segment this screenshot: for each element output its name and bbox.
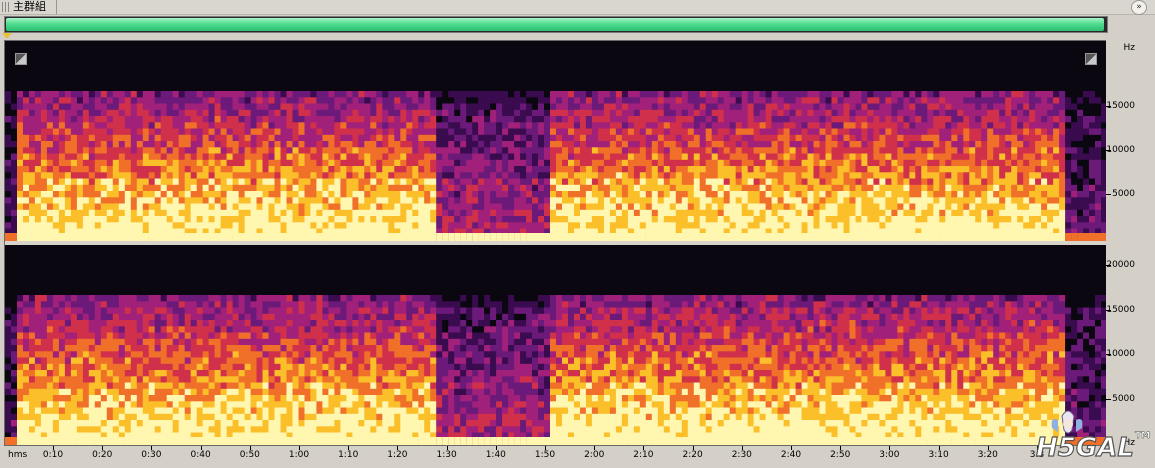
time-tick-label: 3:20 [977,450,998,460]
time-unit-label: hms [8,450,28,460]
frequency-axis: Hz 15000 10000 5000 20000 15000 10000 5000 Hz [1106,40,1155,448]
playhead-marker-icon[interactable] [2,33,12,39]
time-tick-label: 0:10 [42,450,64,460]
time-tick-label: 0:20 [92,450,113,460]
time-tick-label: 1:40 [485,450,506,460]
time-tick-mark [102,446,104,450]
panel-title-bar: 主群組 » [0,0,1155,15]
time-tick-label: 3:10 [928,450,949,460]
time-tick-mark [53,446,54,450]
watermark-text: H5GAL [1036,433,1134,463]
frequency-tick-mark [1106,265,1111,266]
time-tick-mark [938,446,940,450]
time-tick-mark [446,446,448,450]
spectrogram-channel-left[interactable] [5,41,1107,241]
time-tick-label: 2:20 [682,450,703,460]
spectrogram-channel-right[interactable] [5,245,1107,445]
watermark-logo: H5GAL TM [1032,404,1152,464]
time-tick-label: 1:50 [534,450,556,460]
time-tick-label: 0:50 [239,450,260,460]
time-tick-label: 2:10 [633,450,654,460]
time-tick-mark [889,446,891,450]
time-tick-mark [495,446,497,450]
frequency-tick-mark [1106,309,1111,311]
time-tick-mark [348,446,350,450]
time-tick-label: 0:40 [190,450,211,460]
frequency-unit-label: Hz [1123,43,1136,53]
time-tick-mark [741,446,743,450]
time-tick-mark [200,446,202,450]
time-tick-label: 2:50 [830,450,851,460]
time-tick-mark [987,446,989,450]
time-tick-label: 2:30 [731,450,752,460]
time-tick-label: 0:30 [141,450,162,460]
time-tick-mark [397,446,399,450]
frequency-tick-mark [1106,106,1111,107]
time-tick-label: 3:00 [879,450,900,460]
time-tick-label: 1:00 [288,450,310,460]
time-tick-mark [545,446,546,450]
frequency-tick-mark [1106,150,1111,151]
tab-divider [56,0,57,14]
time-tick-label: 2:00 [584,450,605,460]
frequency-tick-mark [1106,354,1111,355]
zoom-out-handle-icon[interactable] [1085,53,1097,65]
overview-range-fill[interactable] [6,18,1104,31]
panel-title: 主群組 [13,0,46,13]
time-tick-mark [299,446,300,450]
time-tick-label: 2:40 [780,450,802,460]
frequency-tick-label: 5000 [1112,393,1135,404]
time-tick-label: 1:20 [387,450,408,460]
overview-range-bar[interactable] [4,16,1108,33]
drag-grip-icon[interactable] [2,2,10,12]
zoom-in-handle-icon[interactable] [15,53,27,65]
frequency-tick-mark [1106,194,1111,195]
watermark-trademark: TM [1135,431,1150,441]
time-tick-mark [840,446,842,450]
time-tick-mark [643,446,645,450]
frequency-tick-mark [1106,398,1111,400]
time-tick-label: 1:30 [436,450,457,460]
time-tick-mark [791,446,792,450]
time-axis: hms 0:10 0:20 0:30 0:40 0:50 1:00 1:10 1:20 1:30… [4,446,1106,466]
spectrogram-view[interactable] [4,40,1108,446]
time-tick-mark [692,446,694,450]
time-tick-mark [594,446,596,450]
time-tick-mark [151,446,153,450]
time-tick-mark [249,446,251,450]
panel-menu-button[interactable]: » [1131,0,1147,15]
time-tick-label: 1:10 [338,450,359,460]
frequency-tick-label: 5000 [1112,189,1135,199]
